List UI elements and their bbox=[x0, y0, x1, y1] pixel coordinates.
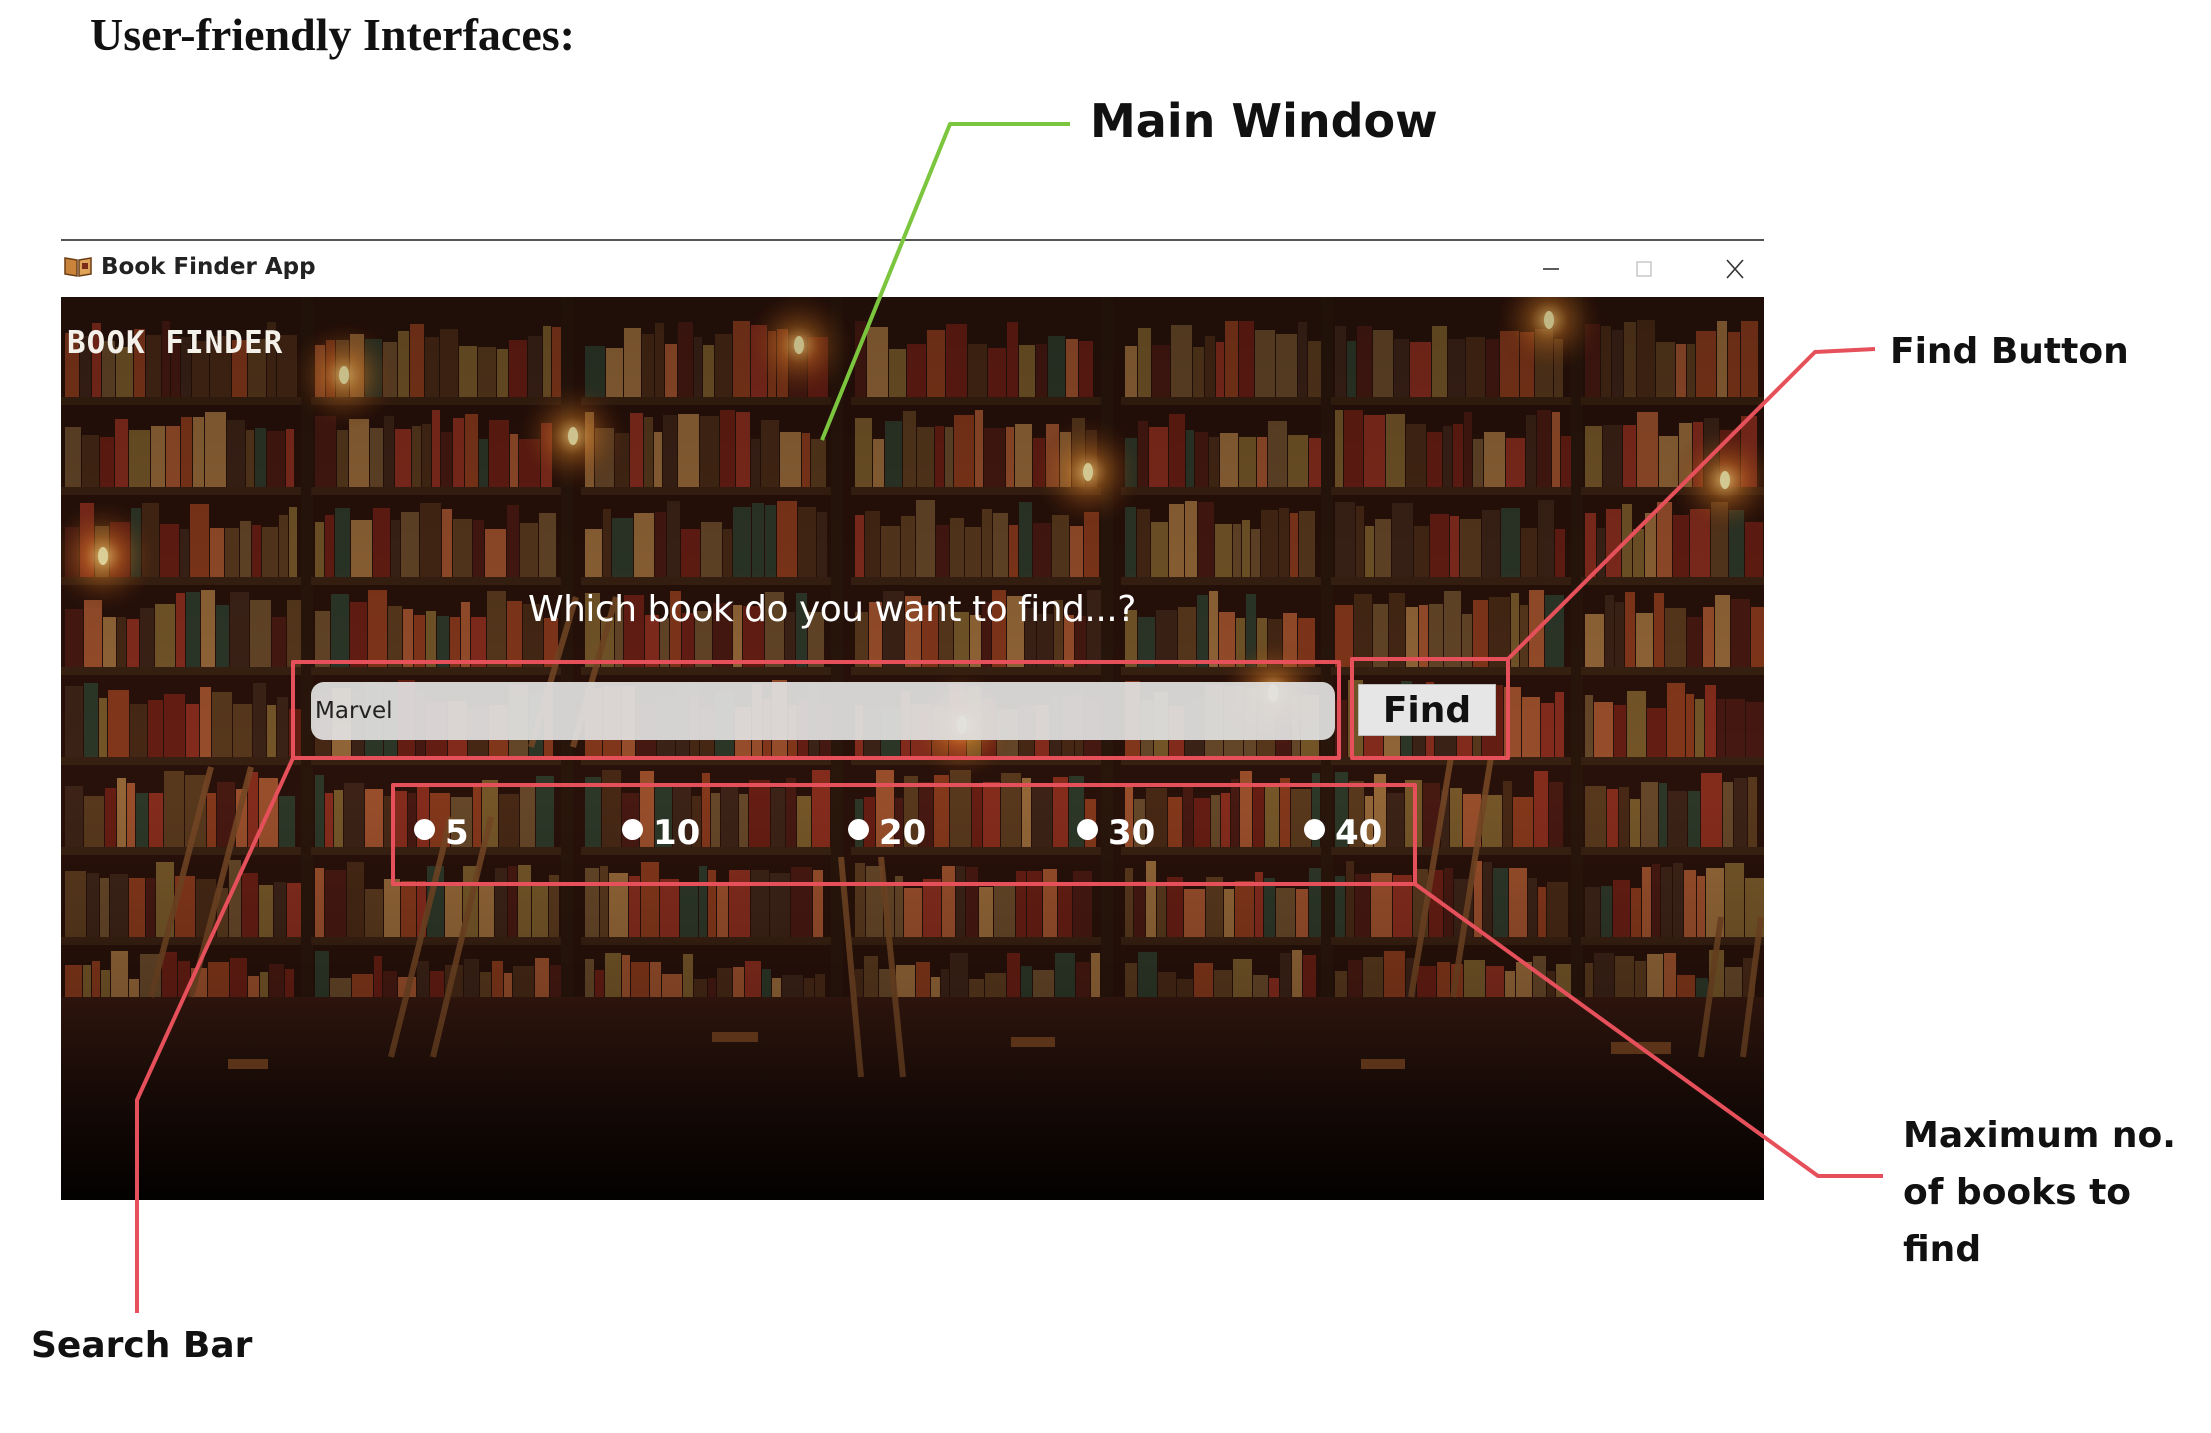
minimize-icon bbox=[1543, 268, 1559, 270]
search-bar-annotation: Search Bar bbox=[31, 1325, 253, 1366]
find-button[interactable]: Find bbox=[1358, 684, 1496, 736]
library-background-image bbox=[61, 297, 1764, 1200]
book-icon bbox=[64, 257, 92, 277]
radio-option-30[interactable]: 30 bbox=[1077, 812, 1155, 854]
window-title: Book Finder App bbox=[101, 254, 316, 280]
close-button[interactable] bbox=[1712, 251, 1758, 287]
close-icon bbox=[1726, 259, 1744, 279]
search-prompt: Which book do you want to find...? bbox=[528, 589, 1136, 630]
document-heading: User-friendly Interfaces: bbox=[90, 9, 575, 60]
radio-label: 5 bbox=[445, 813, 469, 853]
app-heading: BOOK FINDER bbox=[67, 325, 284, 361]
radio-option-10[interactable]: 10 bbox=[622, 812, 700, 854]
radio-option-5[interactable]: 5 bbox=[414, 812, 469, 854]
app-window: Book Finder App BOOK FINDER Which book d… bbox=[61, 239, 1764, 1200]
radio-button-icon[interactable] bbox=[1077, 818, 1098, 840]
maximize-button[interactable] bbox=[1621, 251, 1667, 287]
radio-button-icon[interactable] bbox=[1304, 818, 1325, 840]
minimize-button[interactable] bbox=[1528, 251, 1574, 287]
radio-button-icon[interactable] bbox=[622, 818, 643, 840]
radio-label: 10 bbox=[653, 813, 701, 853]
search-input[interactable] bbox=[311, 682, 1335, 740]
radio-label: 30 bbox=[1108, 813, 1156, 853]
window-titlebar[interactable]: Book Finder App bbox=[61, 241, 1764, 297]
main-window-annotation: Main Window bbox=[1090, 94, 1438, 148]
radio-button-icon[interactable] bbox=[848, 818, 869, 840]
radio-option-20[interactable]: 20 bbox=[848, 812, 926, 854]
find-button-annotation: Find Button bbox=[1890, 331, 2129, 372]
radio-button-icon[interactable] bbox=[414, 818, 435, 840]
maximize-icon bbox=[1636, 261, 1652, 277]
radio-option-40[interactable]: 40 bbox=[1304, 812, 1382, 854]
app-client-area: BOOK FINDER Which book do you want to fi… bbox=[61, 297, 1764, 1200]
max-books-annotation: Maximum no. of books to find bbox=[1903, 1115, 2176, 1270]
radio-label: 40 bbox=[1335, 813, 1383, 853]
radio-label: 20 bbox=[879, 813, 927, 853]
